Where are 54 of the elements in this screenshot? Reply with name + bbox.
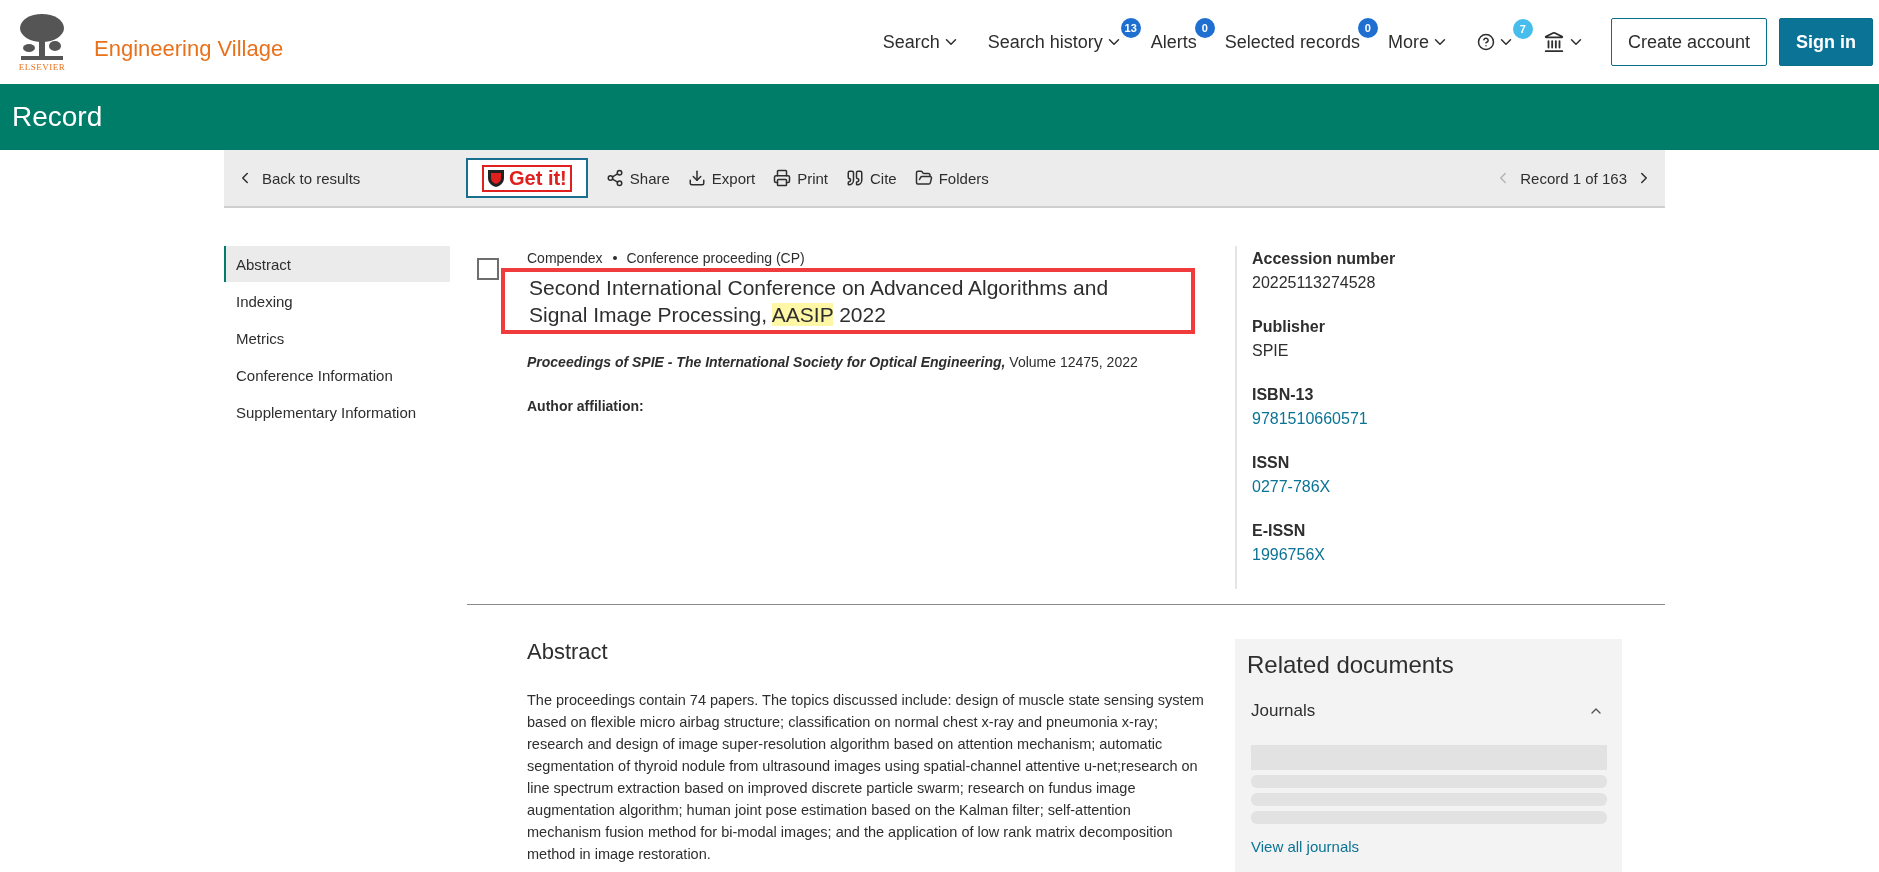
- related-heading: Related documents: [1247, 651, 1455, 679]
- toolbar-action[interactable]: Print: [773, 169, 828, 187]
- record-title: Second International Conference on Advanced Algorithms and Signal Image Processing, AASIP 2022: [501, 268, 1195, 334]
- abstract-heading: Abstract: [527, 639, 609, 665]
- building-icon: [1542, 31, 1565, 53]
- nav-menu[interactable]: Search: [871, 31, 971, 53]
- record-counter: Record 1 of 163: [1520, 169, 1627, 187]
- detail-label: ISBN-13: [1252, 386, 1315, 404]
- section-nav-item[interactable]: Conference Information: [224, 357, 450, 393]
- help-icon: [1476, 33, 1495, 51]
- toolbar-action[interactable]: Cite: [846, 169, 897, 187]
- shield-icon: [487, 168, 505, 188]
- detail-link[interactable]: 0277-786X: [1252, 478, 1396, 496]
- tree-logo-icon: [17, 12, 67, 62]
- detail-label: E-ISSN: [1252, 522, 1307, 540]
- download-icon: [687, 169, 706, 187]
- get-it-button[interactable]: Get it!: [466, 158, 588, 198]
- database-label: Compendex: [527, 250, 603, 266]
- folder-icon: [914, 169, 933, 187]
- count-badge: 7: [1512, 19, 1533, 39]
- sign-in-button[interactable]: Sign in: [1779, 18, 1873, 66]
- detail-label: ISSN: [1252, 454, 1291, 472]
- printer-icon: [773, 169, 792, 187]
- section-nav-item[interactable]: Metrics: [224, 320, 450, 356]
- share-icon: [605, 169, 624, 187]
- document-type: Conference proceeding (CP): [626, 250, 805, 266]
- detail-label: Publisher: [1252, 318, 1326, 336]
- toolbar-action[interactable]: Share: [605, 169, 670, 187]
- create-account-button[interactable]: Create account: [1610, 18, 1767, 66]
- count-badge: 13: [1120, 17, 1141, 38]
- count-badge: 0: [1194, 17, 1215, 38]
- detail-label: Accession number: [1252, 250, 1396, 268]
- separator-dot: [612, 256, 617, 260]
- detail-link[interactable]: 1996756X: [1252, 546, 1396, 564]
- abstract-text: The proceedings contain 74 papers. The topics discussed include: design of muscle state sensing system based on flexible micro airbag structure; classification on normal chest x-ray and pneumonia x-ray; research and design of image super-resolution algorithm based on attention mechanism; automatic segmentation of thyroid nodule from ultrasound images using spatial-channel attentive u-net;research on line spectrum extraction based on improved discrete particle swarm; research on fundus image augmentation algorithm; human joint pose estimation based on the Kalman filter; self-attention mechanism fusion method for bi-modal images; and the application of low rank matrix decomposition method in image restoration.: [527, 691, 1205, 864]
- source-citation: Proceedings of SPIE - The International Society for Optical Engineering, Volume 12475, 2022: [527, 354, 1139, 370]
- nav-menu[interactable]: More: [1376, 31, 1460, 53]
- detail-value: SPIE: [1252, 342, 1290, 360]
- publisher-logo-text: ELSEVIER: [18, 62, 66, 72]
- section-nav-item[interactable]: Indexing: [224, 283, 450, 319]
- view-all-journals-link[interactable]: View all journals: [1251, 838, 1606, 855]
- record-checkbox[interactable]: [477, 258, 499, 280]
- toolbar-action[interactable]: Export: [687, 169, 756, 187]
- page-title: Record: [12, 101, 103, 133]
- section-nav-item[interactable]: Supplementary Information: [224, 394, 450, 430]
- detail-link[interactable]: 9781510660571: [1252, 410, 1396, 428]
- back-link[interactable]: Back to results: [236, 169, 466, 187]
- count-badge: 0: [1357, 17, 1378, 38]
- author-affiliation-label: Author affiliation:: [527, 398, 645, 414]
- detail-value: 20225113274528: [1252, 274, 1377, 292]
- section-nav-item[interactable]: Abstract: [224, 246, 450, 282]
- quote-icon: [846, 169, 864, 187]
- toolbar-action[interactable]: Folders: [914, 169, 989, 187]
- journals-section-title: Journals: [1251, 701, 1316, 721]
